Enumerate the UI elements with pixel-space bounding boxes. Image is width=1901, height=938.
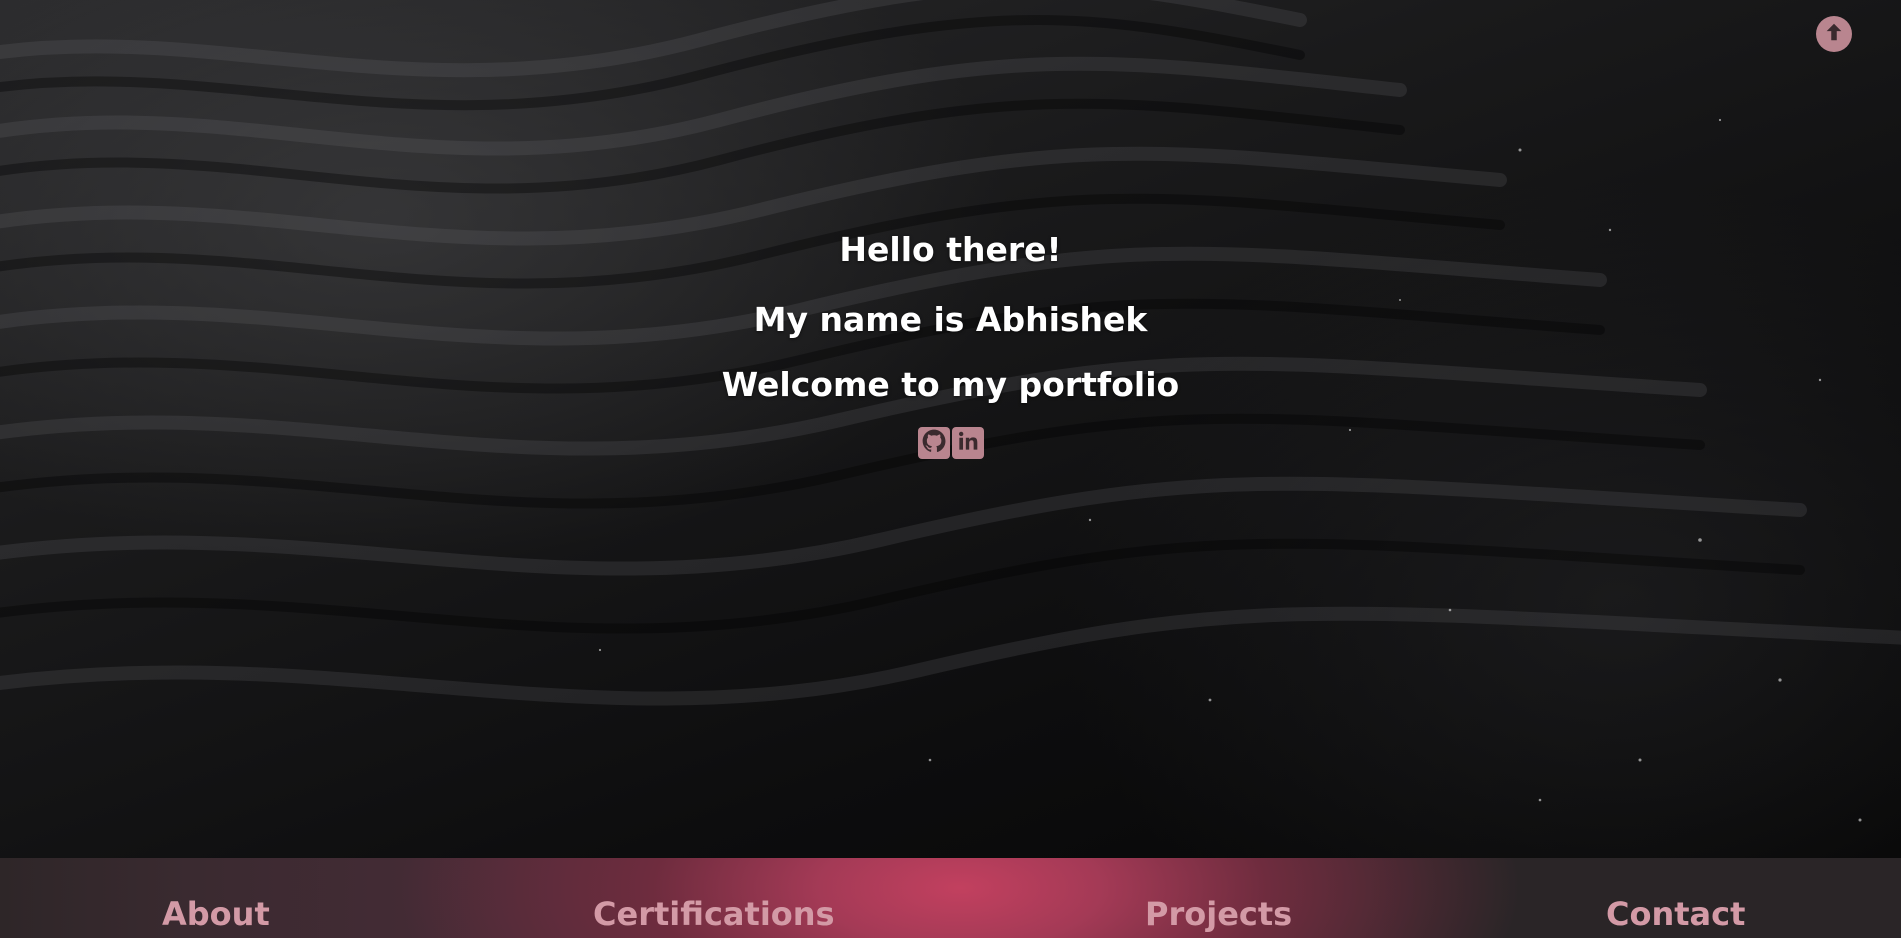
scroll-top-button[interactable] <box>1816 16 1852 52</box>
linkedin-link[interactable] <box>951 427 984 459</box>
nav-certifications[interactable]: Certifications <box>593 894 835 934</box>
nav-contact[interactable]: Contact <box>1606 894 1745 934</box>
hero-section: Hello there! My name is Abhishek Welcome… <box>0 0 1901 858</box>
github-link[interactable] <box>917 427 950 459</box>
nav-projects[interactable]: Projects <box>1145 894 1292 934</box>
name-heading: My name is Abhishek <box>753 300 1148 339</box>
linkedin-icon <box>955 428 981 458</box>
arrow-up-icon <box>1823 21 1845 47</box>
bottom-navbar: About Certifications Projects Contact <box>0 858 1901 938</box>
social-links <box>0 427 1901 459</box>
nav-about[interactable]: About <box>162 894 270 934</box>
welcome-heading: Welcome to my portfolio <box>721 365 1180 404</box>
github-icon <box>921 428 947 458</box>
greeting-heading: Hello there! <box>839 230 1062 269</box>
hero-content: Hello there! My name is Abhishek Welcome… <box>0 230 1901 459</box>
